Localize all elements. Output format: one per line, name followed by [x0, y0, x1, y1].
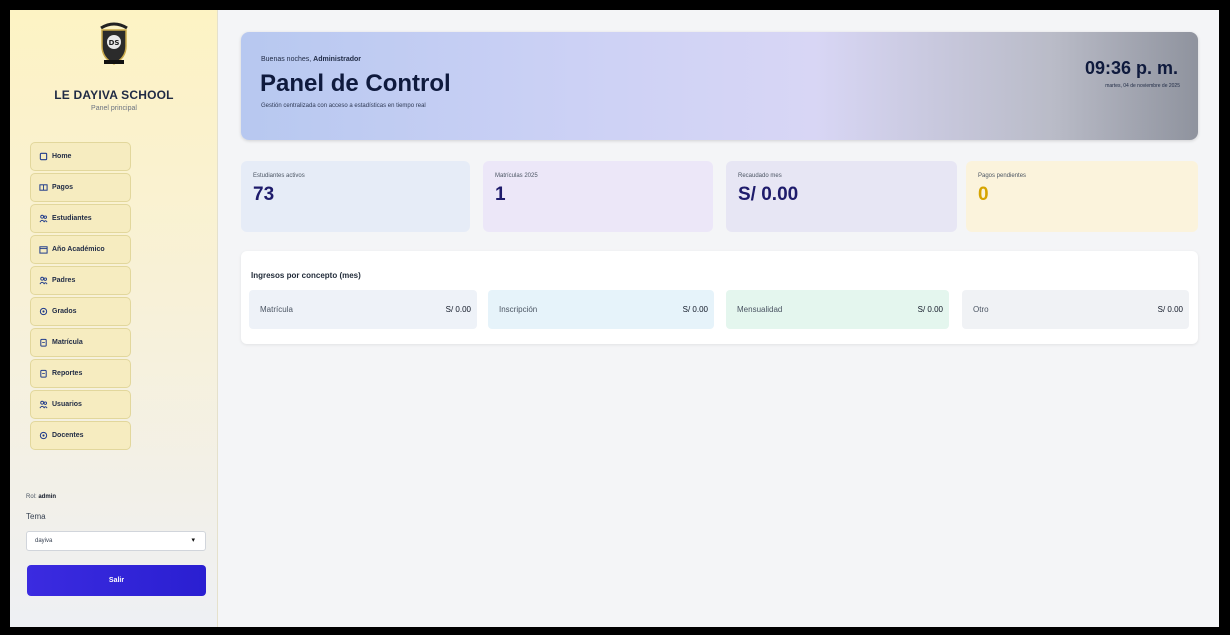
sidebar: DS LE DAYIVA SCHOOL Panel principal Home…	[10, 10, 218, 627]
page-subtitle: Gestión centralizada con acceso a estadí…	[261, 103, 426, 109]
users-icon	[38, 399, 48, 409]
chevron-down-icon: ▾	[191, 537, 195, 544]
clipboard-icon	[38, 368, 48, 378]
sidebar-item-label: Padres	[52, 276, 76, 284]
user-role-prefix: Rol:	[26, 494, 37, 500]
sidebar-item-label: Docentes	[52, 431, 84, 439]
income-item-name: Inscripción	[499, 305, 538, 314]
sidebar-item-pagos[interactable]: Pagos	[30, 173, 131, 202]
sidebar-item-label: Grados	[52, 307, 77, 315]
sidebar-item-label: Usuarios	[52, 400, 82, 408]
page-title: Panel de Control	[260, 70, 451, 97]
sidebar-item-estudiantes[interactable]: Estudiantes	[30, 204, 131, 233]
income-item-amount: S/ 0.00	[445, 305, 471, 314]
stat-label: Pagos pendientes	[978, 173, 1027, 179]
sidebar-item-matricula[interactable]: Matrícula	[30, 328, 131, 357]
theme-select[interactable]: dayiva ▾	[26, 531, 206, 551]
stat-card-enrollments: Matrículas 2025 1	[483, 161, 713, 232]
stat-card-active-students: Estudiantes activos 73	[241, 161, 470, 232]
logout-button[interactable]: Salir	[27, 565, 206, 596]
gear-icon	[38, 306, 48, 316]
brand-subtitle: Panel principal	[91, 105, 137, 112]
income-item-amount: S/ 0.00	[682, 305, 708, 314]
school-logo-icon: DS	[95, 20, 133, 66]
greeting: Buenas noches, Administrador	[261, 56, 361, 63]
card-icon	[38, 182, 48, 192]
calendar-icon	[38, 244, 48, 254]
greeting-text: Buenas noches,	[261, 56, 312, 63]
theme-label: Tema	[26, 512, 46, 521]
dashboard-header: Buenas noches, Administrador Panel de Co…	[241, 32, 1198, 140]
income-title: Ingresos por concepto (mes)	[251, 271, 361, 280]
users-icon	[38, 275, 48, 285]
sidebar-item-home[interactable]: Home	[30, 142, 131, 171]
income-item-amount: S/ 0.00	[917, 305, 943, 314]
income-by-concept-panel: Ingresos por concepto (mes) Matrícula S/…	[241, 251, 1198, 344]
sidebar-item-usuarios[interactable]: Usuarios	[30, 390, 131, 419]
income-item-name: Otro	[973, 305, 989, 314]
app-window: DS LE DAYIVA SCHOOL Panel principal Home…	[10, 10, 1219, 627]
sidebar-item-padres[interactable]: Padres	[30, 266, 131, 295]
stat-value: 1	[495, 184, 506, 205]
sidebar-item-label: Estudiantes	[52, 214, 92, 222]
user-name: admin	[38, 494, 57, 500]
sidebar-item-grados[interactable]: Grados	[30, 297, 131, 326]
income-item-name: Mensualidad	[737, 305, 783, 314]
sidebar-item-ano-academico[interactable]: Año Académico	[30, 235, 131, 264]
sidebar-item-docentes[interactable]: Docentes	[30, 421, 131, 450]
school-name: LE DAYIVA SCHOOL	[54, 88, 174, 102]
stat-value: 0	[978, 184, 989, 205]
stat-label: Recaudado mes	[738, 173, 782, 179]
stat-card-pending-payments: Pagos pendientes 0	[966, 161, 1198, 232]
sidebar-nav: Home Pagos Estudiantes Año Académico Pad…	[30, 142, 131, 452]
stat-card-collected-month: Recaudado mes S/ 0.00	[726, 161, 957, 232]
income-item-matricula: Matrícula S/ 0.00	[249, 290, 477, 329]
greeting-user: Administrador	[313, 56, 361, 63]
clock-time: 09:36 p. m.	[1084, 58, 1178, 78]
stat-label: Matrículas 2025	[495, 173, 538, 179]
income-item-inscripcion: Inscripción S/ 0.00	[488, 290, 714, 329]
stat-label: Estudiantes activos	[253, 173, 305, 179]
current-user: Rol: admin	[26, 494, 56, 500]
income-item-name: Matrícula	[260, 305, 293, 314]
users-icon	[38, 213, 48, 223]
clipboard-icon	[38, 337, 48, 347]
sidebar-item-label: Año Académico	[52, 245, 105, 253]
sidebar-item-label: Matrícula	[52, 338, 83, 346]
theme-selected-value: dayiva	[35, 538, 53, 544]
income-item-mensualidad: Mensualidad S/ 0.00	[726, 290, 949, 329]
stat-value: 73	[253, 184, 275, 205]
income-item-amount: S/ 0.00	[1157, 305, 1183, 314]
sidebar-item-label: Pagos	[52, 183, 74, 191]
home-icon	[38, 151, 48, 161]
clock-date: martes, 04 de noviembre de 2025	[1105, 83, 1180, 89]
income-item-otro: Otro S/ 0.00	[962, 290, 1189, 329]
sidebar-item-reportes[interactable]: Reportes	[30, 359, 131, 388]
svg-text:DS: DS	[109, 39, 120, 47]
brand: DS LE DAYIVA SCHOOL Panel principal	[10, 20, 218, 112]
sidebar-item-label: Home	[52, 152, 72, 160]
sidebar-item-label: Reportes	[52, 369, 83, 377]
stat-value: S/ 0.00	[738, 184, 799, 205]
gear-icon	[38, 430, 48, 440]
